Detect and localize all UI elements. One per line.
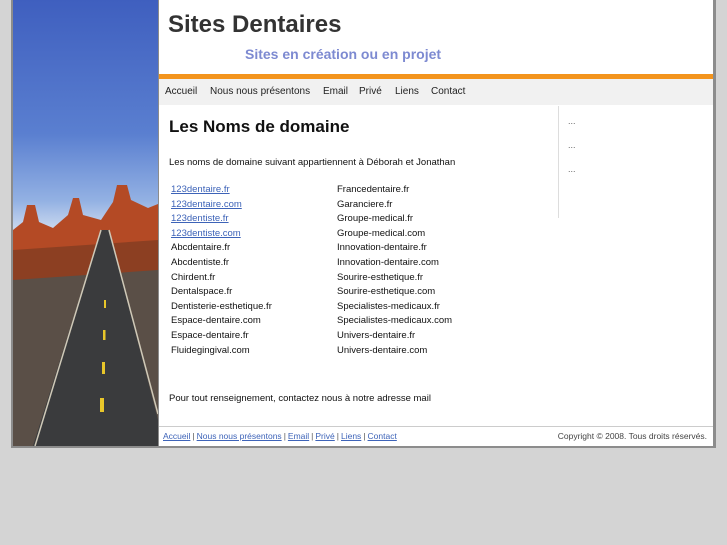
domain-name: Garanciere.fr	[337, 198, 393, 210]
footer-divider	[159, 426, 713, 427]
domain-name: Espace-dentaire.com	[171, 315, 261, 327]
domain-name: Sourire-esthetique.fr	[337, 271, 424, 283]
nav-prive[interactable]: Privé	[359, 86, 382, 97]
intro-text: Les noms de domaine suivant appartiennen…	[169, 157, 456, 168]
nav-presentation[interactable]: Nous nous présentons	[210, 86, 310, 97]
sidebar-item: ...	[568, 164, 576, 174]
footer-link-liens[interactable]: Liens	[341, 431, 361, 441]
domain-name: Groupe-medical.fr	[337, 213, 414, 225]
contact-text: Pour tout renseignement, contactez nous …	[169, 393, 431, 404]
domain-name: Abcdentaire.fr	[171, 242, 231, 254]
domain-link[interactable]: 123dentaire.fr	[171, 183, 272, 198]
domain-link[interactable]: 123dentiste.fr	[171, 212, 272, 227]
domain-list-left: 123dentaire.fr 123dentaire.com 123dentiste…	[171, 183, 272, 358]
domain-name: Fluidegingival.com	[171, 344, 250, 356]
domain-link[interactable]: 123dentiste.com	[171, 227, 272, 242]
road-landscape-image	[13, 0, 158, 446]
sidebar-item: ...	[568, 140, 576, 150]
domain-name: Innovation-dentaire.fr	[337, 242, 427, 254]
domain-name: Univers-dentaire.com	[337, 344, 428, 356]
domain-list-right: Francedentaire.fr Garanciere.fr Groupe-med…	[337, 183, 452, 358]
footer-link-prive[interactable]: Privé	[315, 431, 334, 441]
domain-link[interactable]: 123dentaire.com	[171, 198, 272, 213]
domain-name: Univers-dentaire.fr	[337, 329, 416, 341]
page-title: Les Noms de domaine	[169, 117, 350, 136]
domain-name: Specialistes-medicaux.com	[337, 315, 453, 327]
nav-email[interactable]: Email	[323, 86, 348, 97]
site-title: Sites Dentaires	[168, 11, 342, 38]
main-panel: Sites Dentaires Sites en création ou en …	[159, 0, 713, 446]
nav-contact[interactable]: Contact	[431, 86, 465, 97]
domain-name: Chirdent.fr	[171, 271, 216, 283]
copyright-text: Copyright © 2008. Tous droits réservés.	[557, 431, 707, 441]
nav-accueil[interactable]: Accueil	[165, 86, 197, 97]
sidebar-item: ...	[568, 116, 576, 126]
domain-name: Francedentaire.fr	[337, 184, 410, 195]
top-navigation: Accueil Nous nous présentons Email Privé…	[159, 79, 713, 105]
footer-link-accueil[interactable]: Accueil	[163, 431, 190, 441]
domain-name: Espace-dentaire.fr	[171, 329, 249, 341]
site-subtitle: Sites en création ou en projet	[245, 46, 442, 62]
footer-link-email[interactable]: Email	[288, 431, 309, 441]
footer-links: Accueil | Nous nous présentons | Email | Privé…	[163, 431, 397, 441]
domain-name: Dentisterie-esthetique.fr	[171, 300, 272, 312]
domain-name: Abcdentiste.fr	[171, 256, 230, 268]
domain-name: Sourire-esthetique.com	[337, 286, 436, 298]
domain-name: Specialistes-medicaux.fr	[337, 300, 440, 312]
domain-name: Dentalspace.fr	[171, 286, 233, 298]
footer-link-presentation[interactable]: Nous nous présentons	[197, 431, 282, 441]
sidebar: ... ... ...	[558, 106, 714, 218]
nav-liens[interactable]: Liens	[395, 86, 419, 97]
footer-link-contact[interactable]: Contact	[368, 431, 397, 441]
domain-name: Innovation-dentaire.com	[337, 256, 439, 268]
domain-name: Groupe-medical.com	[337, 227, 426, 239]
